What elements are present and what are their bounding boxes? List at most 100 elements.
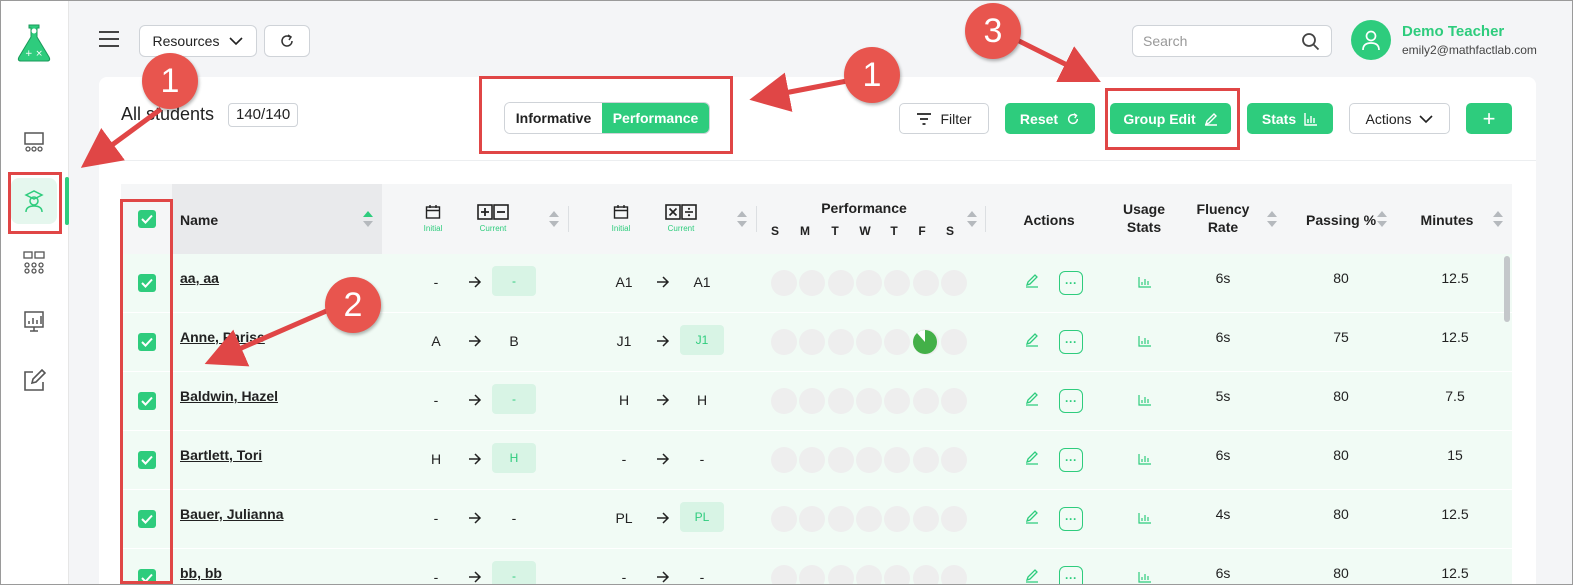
actions-dropdown[interactable]: Actions	[1349, 103, 1450, 134]
usage-chart-icon[interactable]	[1138, 394, 1152, 406]
arrow-right-icon	[657, 512, 670, 524]
user-avatar[interactable]	[1351, 20, 1391, 60]
usage-stats-button[interactable]	[1138, 511, 1152, 529]
performance-day-dot	[799, 447, 826, 473]
col-name[interactable]: Name	[180, 211, 218, 229]
refresh-icon	[1068, 112, 1079, 124]
hamburger-menu-icon[interactable]	[99, 31, 119, 47]
annotation-badge-3: 3	[965, 3, 1021, 59]
col-passing[interactable]: Passing %	[1293, 211, 1389, 229]
usage-chart-icon[interactable]	[1138, 335, 1152, 347]
performance-week	[771, 506, 967, 532]
day-label: S	[945, 224, 954, 238]
edit-student-button[interactable]	[1025, 510, 1039, 529]
table-row[interactable]: bb, bb - - - - ··· 6s 80 12.5	[121, 549, 1512, 585]
usage-chart-icon[interactable]	[1138, 512, 1152, 524]
more-options-button[interactable]: ···	[1059, 566, 1083, 584]
performance-day-dot	[884, 329, 911, 355]
refresh-button[interactable]	[264, 25, 310, 57]
student-count-badge: 140/140	[228, 103, 299, 127]
search-input[interactable]	[1143, 33, 1293, 49]
sidebar-item-reports[interactable]	[11, 298, 57, 344]
arrow-right-icon	[657, 453, 670, 465]
user-email: emily2@mathfactlab.com	[1402, 43, 1537, 57]
performance-day-dot	[855, 506, 882, 532]
student-name-link[interactable]: bb, bb	[180, 565, 222, 581]
edit-student-button[interactable]	[1025, 274, 1039, 293]
edit-student-button[interactable]	[1025, 333, 1039, 352]
annotation-badge-1-toggle: 1	[844, 47, 900, 103]
mult-div-initial: A1	[615, 274, 633, 290]
pencil-icon[interactable]	[1025, 274, 1039, 288]
more-options-button[interactable]: ···	[1059, 389, 1083, 413]
student-name-link[interactable]: Bauer, Julianna	[180, 506, 283, 522]
sort-minutes-icon[interactable]	[1493, 211, 1503, 229]
col-fluency-line1: Fluency	[1196, 201, 1250, 217]
performance-day-dot	[884, 388, 911, 414]
resources-dropdown[interactable]: Resources	[139, 25, 257, 57]
add-sub-initial: -	[433, 569, 439, 585]
performance-day-dot	[855, 447, 882, 473]
more-options-button[interactable]: ···	[1059, 448, 1083, 472]
performance-day-dot	[940, 565, 967, 584]
edit-student-button[interactable]	[1025, 451, 1039, 470]
sort-name-icon[interactable]	[363, 211, 373, 229]
performance-day-dot	[912, 565, 939, 584]
usage-stats-button[interactable]	[1138, 452, 1152, 470]
usage-chart-icon[interactable]	[1138, 276, 1152, 288]
more-options-button[interactable]: ···	[1059, 271, 1083, 295]
stats-button[interactable]: Stats	[1247, 103, 1333, 134]
edit-student-button[interactable]	[1025, 392, 1039, 411]
table-row[interactable]: Bauer, Julianna - - PL PL ··· 4s 80 12.5	[121, 490, 1512, 549]
filter-button[interactable]: Filter	[899, 103, 989, 134]
sort-performance-icon[interactable]	[967, 211, 977, 229]
sort-fluency-icon[interactable]	[1267, 211, 1277, 229]
performance-day-dot	[884, 565, 911, 584]
pencil-icon[interactable]	[1025, 510, 1039, 524]
student-name-link[interactable]: Bartlett, Tori	[180, 447, 262, 463]
arrow-right-icon	[469, 335, 482, 347]
top-bar: Resources Demo Teacher emily2@mathfactla…	[69, 1, 1572, 77]
usage-stats-button[interactable]	[1138, 393, 1152, 411]
table-row[interactable]: Bartlett, Tori H H - - ··· 6s 80 15	[121, 431, 1512, 490]
search-icon[interactable]	[1301, 32, 1321, 52]
performance-day-dot	[771, 388, 797, 414]
minutes: 12.5	[1441, 270, 1469, 286]
table-scrollbar[interactable]	[1504, 256, 1510, 322]
sidebar-item-groups[interactable]	[11, 239, 57, 285]
sort-add-sub-icon[interactable]	[549, 211, 559, 229]
student-name-link[interactable]: Anne, Parise	[180, 329, 265, 345]
ellipsis-icon: ···	[1065, 276, 1077, 290]
sidebar-item-assignments[interactable]	[11, 358, 57, 404]
day-label: T	[831, 224, 839, 238]
pencil-icon[interactable]	[1025, 451, 1039, 465]
reset-button[interactable]: Reset	[1005, 103, 1095, 134]
annotation-box-group-edit	[1105, 88, 1240, 150]
sidebar-item-classroom[interactable]	[11, 119, 57, 165]
sort-mult-div-icon[interactable]	[737, 211, 747, 229]
performance-day-dot	[827, 447, 854, 473]
col-fluency-rate[interactable]: Fluency Rate	[1189, 200, 1257, 236]
usage-chart-icon[interactable]	[1138, 453, 1152, 465]
pencil-icon[interactable]	[1025, 392, 1039, 406]
ellipsis-icon: ···	[1065, 512, 1077, 526]
chevron-down-icon	[1419, 114, 1434, 123]
col-minutes[interactable]: Minutes	[1407, 211, 1487, 229]
usage-stats-button[interactable]	[1138, 570, 1152, 584]
table-row[interactable]: Baldwin, Hazel - - H H ··· 5s 80 7.5	[121, 372, 1512, 431]
pencil-icon[interactable]	[1025, 333, 1039, 347]
day-label: M	[800, 224, 810, 238]
student-name-link[interactable]: Baldwin, Hazel	[180, 388, 278, 404]
pencil-icon[interactable]	[1025, 569, 1039, 583]
more-options-button[interactable]: ···	[1059, 330, 1083, 354]
search-box	[1132, 25, 1332, 57]
usage-stats-button[interactable]	[1138, 275, 1152, 293]
usage-stats-button[interactable]	[1138, 334, 1152, 352]
arrow-right-icon	[469, 571, 482, 583]
more-options-button[interactable]: ···	[1059, 507, 1083, 531]
student-name-link[interactable]: aa, aa	[180, 270, 219, 286]
add-student-button[interactable]: +	[1466, 103, 1512, 134]
usage-chart-icon[interactable]	[1138, 571, 1152, 583]
edit-student-button[interactable]	[1025, 569, 1039, 584]
sort-passing-icon[interactable]	[1377, 211, 1387, 229]
